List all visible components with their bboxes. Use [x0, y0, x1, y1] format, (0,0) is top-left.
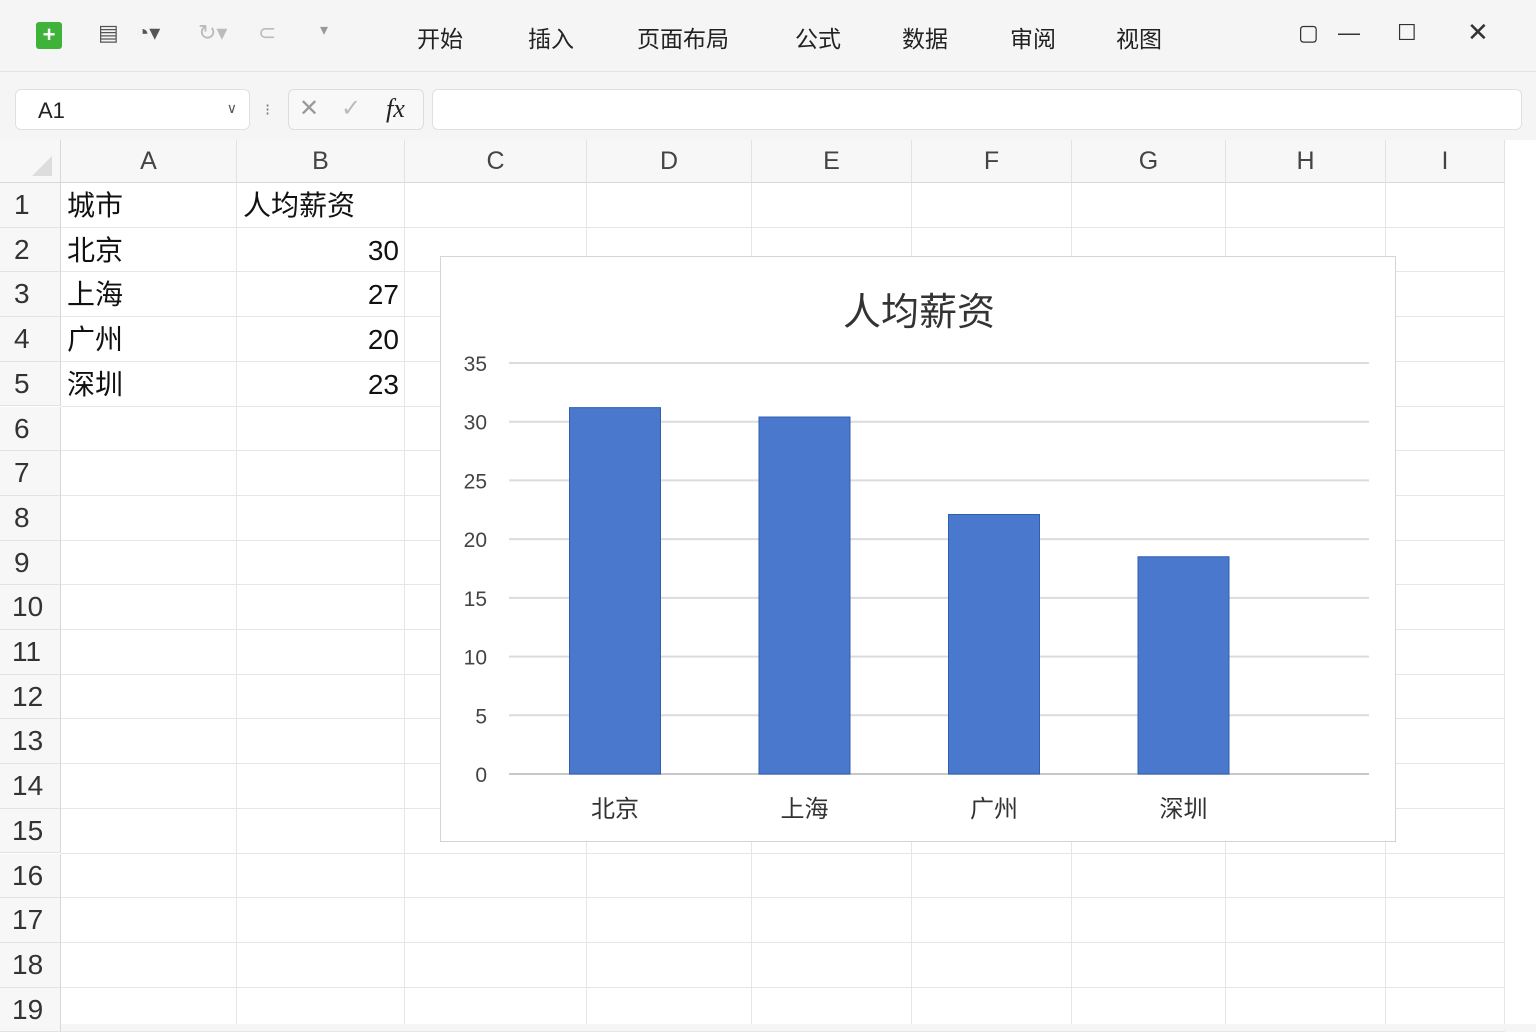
row-header-11[interactable]: 11	[0, 630, 61, 675]
x-tick-label: 上海	[781, 796, 829, 823]
bar-chart[interactable]: 人均薪资 0 5 10 15 20 25 30 35 北京 上海 广州 深圳	[440, 256, 1396, 842]
column-header-C[interactable]: C	[405, 140, 587, 183]
minimize-icon[interactable]: —	[1338, 20, 1360, 46]
comment-icon[interactable]: ▢	[1298, 20, 1319, 46]
y-tick-label: 30	[464, 412, 487, 435]
column-header-G[interactable]: G	[1072, 140, 1226, 183]
row-header-9[interactable]: 9	[0, 540, 61, 586]
column-header-I[interactable]: I	[1386, 140, 1505, 183]
insert-function-button[interactable]: fx	[386, 94, 405, 124]
row-header-18[interactable]: 18	[0, 942, 61, 988]
cell-A1[interactable]: 城市	[67, 183, 123, 228]
y-tick-label: 15	[464, 588, 487, 611]
redo-icon[interactable]: ↻▾	[198, 20, 227, 46]
menu-formulas[interactable]: 公式	[795, 20, 841, 54]
select-all-corner[interactable]	[0, 140, 61, 183]
row-header-3[interactable]: 3	[0, 272, 61, 318]
cell-B5[interactable]: 23	[237, 362, 399, 407]
title-bar: + ▤ ◔▾ ↻▾ ⊂ ▾ 开始 插入 页面布局 公式 数据 审阅 视图 ▢ —…	[0, 0, 1536, 72]
gridline	[61, 897, 1505, 899]
menu-page-layout[interactable]: 页面布局	[637, 20, 729, 54]
cell-A5[interactable]: 深圳	[67, 362, 123, 407]
gridline	[61, 852, 1505, 854]
cell-B2[interactable]: 30	[237, 228, 399, 273]
row-header-5[interactable]: 5	[0, 361, 61, 407]
name-box-value: A1	[38, 98, 65, 123]
menu-home[interactable]: 开始	[417, 20, 463, 54]
gridline	[61, 986, 1505, 988]
column-header-A[interactable]: A	[61, 140, 237, 183]
bar-北京[interactable]	[569, 407, 661, 775]
chart-plot: 0 5 10 15 20 25 30 35 北京 上海 广州 深圳	[464, 353, 1369, 823]
cell-A4[interactable]: 广州	[67, 317, 123, 362]
y-tick-label: 20	[464, 529, 487, 552]
cell-B3[interactable]: 27	[237, 272, 399, 317]
y-tick-label: 25	[464, 470, 487, 493]
formula-input[interactable]	[432, 89, 1522, 130]
y-tick-label: 10	[464, 647, 487, 670]
row-header-15[interactable]: 15	[0, 808, 61, 854]
row-header-7[interactable]: 7	[0, 451, 61, 496]
bar-上海[interactable]	[758, 416, 851, 775]
column-header-H[interactable]: H	[1226, 140, 1386, 183]
bar-广州[interactable]	[948, 513, 1040, 775]
row-header-4[interactable]: 4	[0, 317, 61, 362]
cell-A3[interactable]: 上海	[67, 272, 123, 317]
formula-buttons: ✕ ✓ fx	[288, 89, 424, 130]
repeat-icon[interactable]: ⊂	[258, 20, 276, 46]
cell-B4[interactable]: 20	[237, 317, 399, 362]
bar-深圳[interactable]	[1137, 556, 1230, 775]
menu-insert[interactable]: 插入	[528, 20, 574, 54]
cell-A2[interactable]: 北京	[67, 228, 123, 273]
y-tick-label: 35	[464, 353, 487, 376]
row-header-16[interactable]: 16	[0, 853, 61, 899]
app-logo-icon: +	[36, 22, 62, 49]
x-tick-label: 北京	[591, 796, 639, 823]
menu-review[interactable]: 审阅	[1010, 20, 1056, 54]
y-tick-label: 5	[475, 705, 487, 728]
y-tick-label: 0	[475, 764, 487, 787]
column-header-B[interactable]: B	[237, 140, 405, 183]
undo-icon[interactable]: ◔▾	[136, 20, 160, 46]
column-header-D[interactable]: D	[587, 140, 752, 183]
row-header-10[interactable]: 10	[0, 585, 61, 630]
row-header-8[interactable]: 8	[0, 495, 61, 541]
customize-icon[interactable]: ▾	[320, 20, 328, 40]
row-header-17[interactable]: 17	[0, 898, 61, 943]
x-tick-label: 广州	[970, 796, 1018, 823]
column-header-E[interactable]: E	[752, 140, 912, 183]
row-header-19[interactable]: 19	[0, 987, 61, 1032]
cell-B1[interactable]: 人均薪资	[243, 183, 355, 228]
name-box[interactable]: A1 ∨	[15, 89, 250, 130]
row-header-6[interactable]: 6	[0, 406, 61, 452]
cancel-icon[interactable]: ✕	[299, 94, 319, 123]
maximize-icon[interactable]: ☐	[1397, 20, 1417, 46]
confirm-icon[interactable]: ✓	[341, 94, 361, 123]
column-header-F[interactable]: F	[912, 140, 1072, 183]
row-header-12[interactable]: 12	[0, 674, 61, 720]
menu-view[interactable]: 视图	[1116, 20, 1162, 54]
row-header-2[interactable]: 2	[0, 227, 61, 273]
row-header-13[interactable]: 13	[0, 719, 61, 765]
menu-data[interactable]: 数据	[902, 20, 948, 54]
gridline	[61, 941, 1505, 943]
row-header-1[interactable]: 1	[0, 183, 61, 228]
separator-icon: ⁝	[265, 102, 271, 119]
close-icon[interactable]: ✕	[1467, 17, 1489, 48]
chevron-down-icon: ∨	[226, 100, 237, 116]
x-tick-label: 深圳	[1160, 796, 1208, 823]
row-header-14[interactable]: 14	[0, 764, 61, 809]
save-icon[interactable]: ▤	[98, 20, 119, 46]
